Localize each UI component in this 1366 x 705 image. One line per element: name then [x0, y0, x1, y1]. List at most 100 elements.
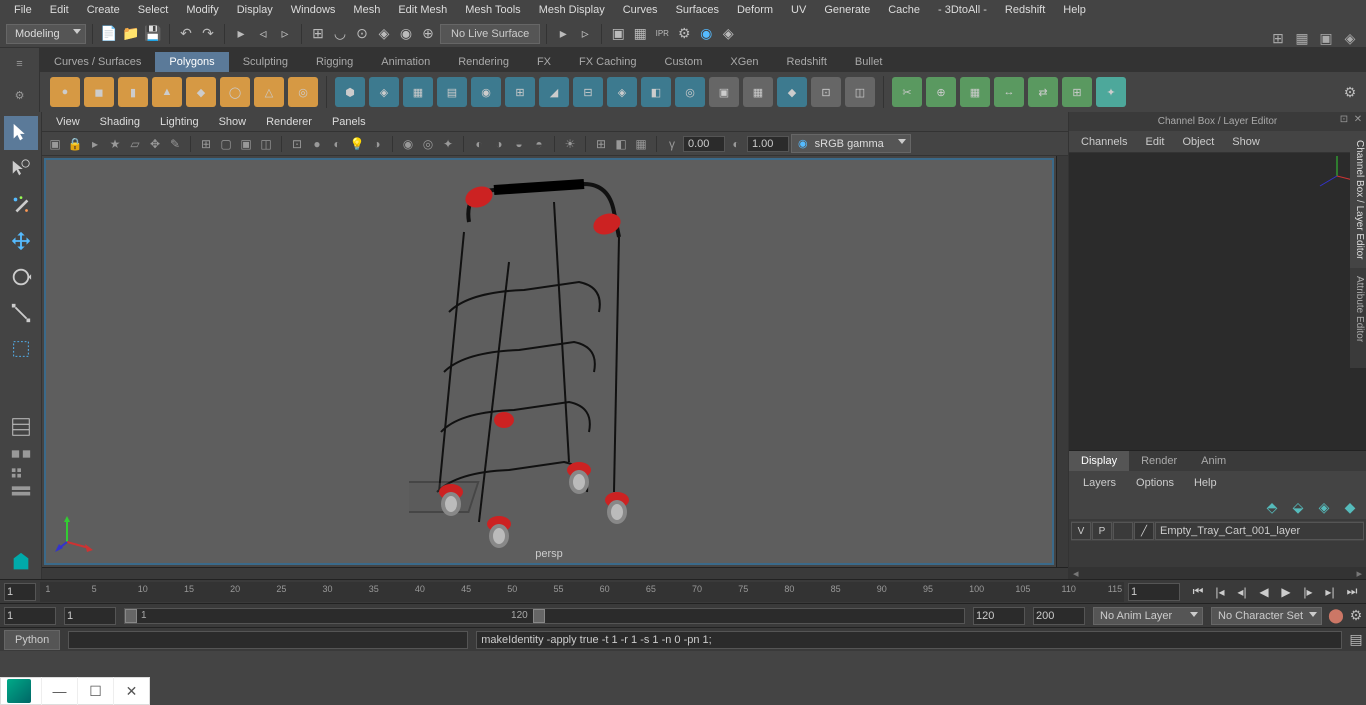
vp-aa-icon[interactable]: ◒ [510, 135, 528, 153]
shelf-tab-fx[interactable]: FX [523, 52, 565, 72]
four-pane-button[interactable] [4, 464, 38, 480]
menu-display[interactable]: Display [229, 2, 281, 18]
vp-motion-blur-icon[interactable]: ◑ [490, 135, 508, 153]
panel-close-icon[interactable]: ✕ [1352, 114, 1364, 126]
anim-start-field[interactable] [4, 607, 56, 625]
poly-sphere-button[interactable]: ● [50, 77, 80, 107]
poly-torus-button[interactable]: ◯ [220, 77, 250, 107]
mirror-button[interactable]: ◧ [641, 77, 671, 107]
panel-dock-icon[interactable]: ⊡ [1338, 114, 1350, 126]
svg-button[interactable]: ◈ [369, 77, 399, 107]
menu-redshift[interactable]: Redshift [997, 2, 1053, 18]
menu-3dtoall[interactable]: - 3DtoAll - [930, 2, 995, 18]
slide-edge-button[interactable]: ↔ [994, 77, 1024, 107]
vp-xray-joints-icon[interactable]: ✦ [439, 135, 457, 153]
time-slider-ruler[interactable]: 1510152025303540455055606570758085909510… [40, 582, 1124, 602]
ch-menu-channels[interactable]: Channels [1073, 134, 1135, 150]
shelf-tab-rigging[interactable]: Rigging [302, 52, 367, 72]
timeline-current-field[interactable] [1128, 583, 1180, 601]
go-to-start-button[interactable]: ⏮ [1188, 583, 1208, 601]
shelf-tab-polygons[interactable]: Polygons [155, 52, 228, 72]
layer-name-field[interactable]: Empty_Tray_Cart_001_layer [1155, 522, 1364, 540]
detach-button[interactable]: ◫ [845, 77, 875, 107]
vp-select-camera-icon[interactable]: ▣ [46, 135, 64, 153]
smooth-button[interactable]: ◈ [607, 77, 637, 107]
menu-windows[interactable]: Windows [283, 2, 344, 18]
layer-move-up-button[interactable]: ⬘ [1262, 499, 1282, 515]
ch-menu-object[interactable]: Object [1174, 134, 1222, 150]
vp-camera-lock-icon[interactable]: 🔒 [66, 135, 84, 153]
connect-button[interactable]: ⊡ [811, 77, 841, 107]
bevel-button[interactable]: ◢ [539, 77, 569, 107]
shelf-tab-custom[interactable]: Custom [651, 52, 717, 72]
viewport-vscroll[interactable] [1056, 156, 1068, 567]
layer-new-selected-button[interactable]: ◆ [1340, 499, 1360, 515]
script-lang-select[interactable]: Python [4, 630, 60, 650]
snap-point-button[interactable]: ⊙ [352, 24, 372, 44]
render-settings-button[interactable]: ⚙ [674, 24, 694, 44]
vp-camera-attrib-icon[interactable]: ▸ [86, 135, 104, 153]
window-close-button[interactable]: ✕ [113, 677, 149, 705]
snap-grid-button[interactable]: ⊞ [308, 24, 328, 44]
maya-taskbar-icon[interactable] [7, 679, 31, 703]
ch-menu-show[interactable]: Show [1224, 134, 1268, 150]
ipr-button[interactable]: IPR [652, 24, 672, 44]
vp-menu-renderer[interactable]: Renderer [258, 114, 320, 130]
menu-edit[interactable]: Edit [42, 2, 77, 18]
crease-button[interactable]: ⊞ [1062, 77, 1092, 107]
redo-button[interactable]: ↷ [198, 24, 218, 44]
vp-gamma-icon[interactable]: γ [663, 135, 681, 153]
target-weld-button[interactable]: ⊕ [926, 77, 956, 107]
vp-grid-icon[interactable]: ⊞ [197, 135, 215, 153]
lasso-select-button[interactable]: ◃ [253, 24, 273, 44]
account-button[interactable]: ⊞ [1268, 28, 1288, 48]
poly-cylinder-button[interactable]: ▮ [118, 77, 148, 107]
window-minimize-button[interactable]: — [41, 677, 77, 705]
undo-button[interactable]: ↶ [176, 24, 196, 44]
paint-select-button[interactable]: ▹ [275, 24, 295, 44]
render-view-button[interactable]: ▦ [630, 24, 650, 44]
vp-gamma2-icon[interactable]: ◐ [727, 135, 745, 153]
layer-move-down-button[interactable]: ⬙ [1288, 499, 1308, 515]
poly-cube-button[interactable]: ◼ [84, 77, 114, 107]
open-scene-button[interactable]: 📁 [121, 24, 141, 44]
menu-cache[interactable]: Cache [880, 2, 928, 18]
command-input[interactable] [68, 631, 468, 649]
go-to-end-button[interactable]: ⏭ [1342, 583, 1362, 601]
window-maximize-button[interactable]: ☐ [77, 677, 113, 705]
workspace-control-button[interactable]: ◈ [1340, 28, 1360, 48]
play-forward-button[interactable]: ▶ [1276, 583, 1296, 601]
vp-gate-mask-icon[interactable]: ◫ [257, 135, 275, 153]
multicut-button[interactable]: ✂ [892, 77, 922, 107]
play-backward-button[interactable]: ◀ [1254, 583, 1274, 601]
light-editor-button[interactable]: ◈ [718, 24, 738, 44]
playback-start-field[interactable] [64, 607, 116, 625]
hypershade-button[interactable]: ◉ [696, 24, 716, 44]
layer-menu-help[interactable]: Help [1186, 475, 1225, 491]
menu-generate[interactable]: Generate [816, 2, 878, 18]
poly-cone-button[interactable]: ▲ [152, 77, 182, 107]
offset-edge-button[interactable]: ⇄ [1028, 77, 1058, 107]
vp-2d-pan-icon[interactable]: ✥ [146, 135, 164, 153]
vp-wireframe-shaded-icon[interactable]: ⊞ [592, 135, 610, 153]
anim-layer-select[interactable]: No Anim Layer [1093, 607, 1203, 625]
boolean-button[interactable]: ◉ [471, 77, 501, 107]
vp-smooth-shade-icon[interactable]: ● [308, 135, 326, 153]
vp-backface-icon[interactable]: ◧ [612, 135, 630, 153]
marketplace-button[interactable]: ▦ [1292, 28, 1312, 48]
step-forward-frame-button[interactable]: |▸ [1298, 583, 1318, 601]
vp-gamma-field[interactable] [747, 136, 789, 152]
layer-new-empty-button[interactable]: ◈ [1314, 499, 1334, 515]
lasso-tool[interactable] [4, 152, 38, 186]
layer-tab-anim[interactable]: Anim [1189, 451, 1238, 471]
snap-plane-button[interactable]: ◈ [374, 24, 394, 44]
two-pane-button[interactable] [4, 482, 38, 498]
last-tool[interactable] [4, 332, 38, 366]
shelf-tab-redshift[interactable]: Redshift [773, 52, 841, 72]
poly-pipe-button[interactable]: ◎ [288, 77, 318, 107]
script-editor-button[interactable]: ▤ [1346, 630, 1366, 650]
vp-menu-panels[interactable]: Panels [324, 114, 374, 130]
scroll-left-icon[interactable]: ◂ [1073, 567, 1079, 580]
history-button[interactable]: ▹ [575, 24, 595, 44]
poly-type-button[interactable]: ⬢ [335, 77, 365, 107]
